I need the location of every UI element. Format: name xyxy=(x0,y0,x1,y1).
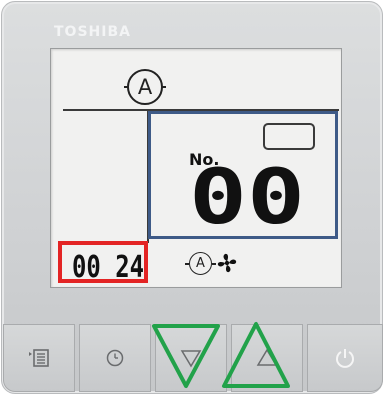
brand-logo: TOSHIBA xyxy=(54,24,131,40)
indicator-frame xyxy=(263,123,315,150)
timer-button[interactable] xyxy=(79,324,151,392)
fan-icon xyxy=(217,253,237,273)
up-arrow-highlight xyxy=(222,322,290,388)
lcd-display: A No. 00 00 24 A xyxy=(50,48,342,288)
svg-text:00: 00 xyxy=(189,163,305,227)
power-icon xyxy=(336,349,354,368)
auto-mode-small-icon: A xyxy=(185,252,216,275)
time-highlight-box: 00 24 xyxy=(58,241,148,283)
power-button[interactable] xyxy=(307,324,383,392)
down-arrow-highlight xyxy=(152,324,220,388)
svg-text:00 24: 00 24 xyxy=(72,252,144,278)
menu-icon xyxy=(29,349,49,367)
time-value-digits: 00 24 xyxy=(72,252,144,278)
auto-mode-small-symbol: A xyxy=(196,256,205,271)
auto-mode-symbol: A xyxy=(137,75,153,99)
auto-mode-icon: A xyxy=(124,69,166,105)
menu-button[interactable] xyxy=(3,324,75,392)
number-value-digits: 00 xyxy=(189,163,305,227)
clock-icon xyxy=(106,349,124,367)
